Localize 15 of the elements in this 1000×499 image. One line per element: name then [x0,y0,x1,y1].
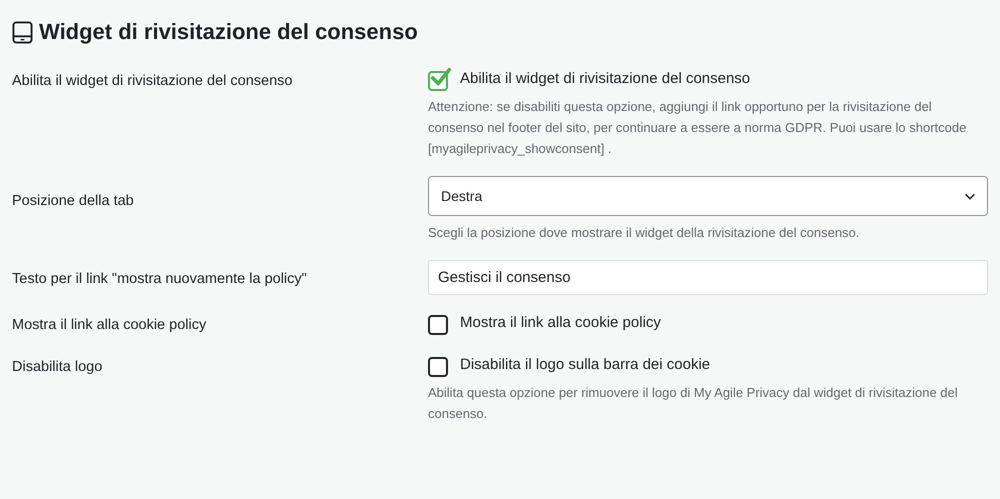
tablet-icon [12,20,33,44]
checkbox-label: Mostra il link alla cookie policy [460,312,661,333]
field-description: Scegli la posizione dove mostrare il widget della rivisitazione del consenso. [428,224,860,242]
checkbox-label: Abilita il widget di rivisitazione del consenso [460,68,750,89]
field-description: Attenzione: se disabiliti questa opzione, aggiungi il link opportuno per la rivisitazione del consenso nel footer del sito, per continuare a essere a norma GDPR. Puoi usare lo shortcode [myagileprivacy_showconsent] . [428,98,968,158]
field-label: Abilita il widget di rivisitazione del consenso [12,73,292,89]
section-title: Widget di rivisitazione del consenso [39,18,418,46]
select-dropdown[interactable]: Destra [428,176,988,216]
text-field[interactable]: Gestisci il consenso [428,260,988,295]
field-label: Posizione della tab [12,193,134,209]
checkbox-label: Disabilita il logo sulla barra dei cookie [460,354,710,375]
field-description: Abilita questa opzione per rimuovere il logo di My Agile Privacy dal widget di rivisitazione del consenso. [428,384,959,423]
field-label: Mostra il link alla cookie policy [12,317,206,333]
field-label: Testo per il link "mostra nuovamente la policy" [12,271,307,287]
field-label: Disabilita logo [12,359,102,375]
